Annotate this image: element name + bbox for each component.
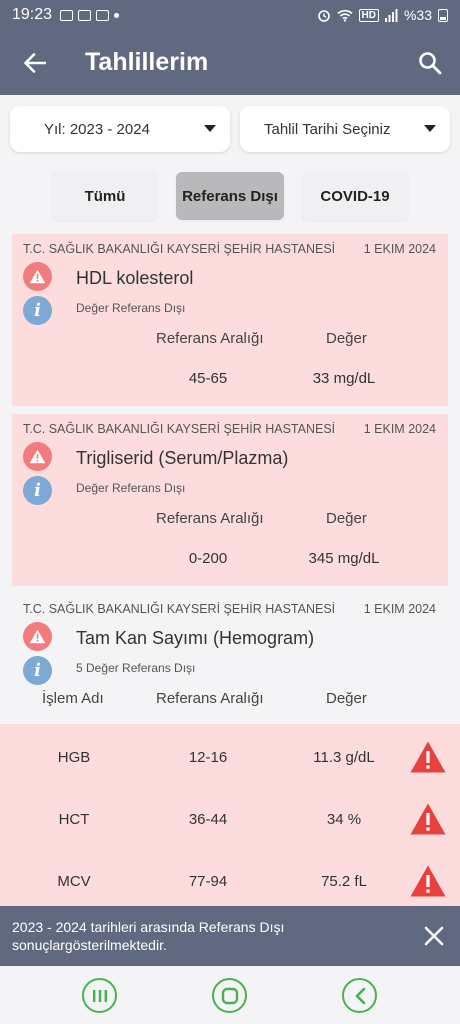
year-select-value: Yıl: 2023 - 2024: [44, 120, 150, 138]
result-value: 345 mg/dL: [308, 550, 380, 567]
year-select[interactable]: Yıl: 2023 - 2024: [10, 106, 230, 152]
more-notifications-dot: [114, 12, 120, 18]
test-date-select-value: Tahlil Tarihi Seçiniz: [264, 120, 391, 138]
warning-icon: [23, 622, 52, 651]
status-time: 19:23: [12, 6, 53, 23]
reference-range-header: Referans Aralığı: [156, 690, 264, 707]
tab-out-of-reference[interactable]: Referans Dışı: [176, 172, 284, 220]
item-name: HCT: [58, 811, 90, 828]
info-icon: i: [23, 296, 52, 325]
test-card-hdl[interactable]: T.C. SAĞLIK BAKANLIĞI KAYSERİ ŞEHİR HAST…: [12, 234, 448, 406]
notification-icons: [60, 9, 120, 21]
reference-range-value: 12-16: [188, 749, 228, 766]
page-title: Tahlillerim: [85, 48, 209, 76]
test-status: 5 Değer Referans Dışı: [76, 661, 196, 675]
home-icon: [221, 987, 238, 1004]
tab-covid[interactable]: COVID-19: [302, 172, 408, 220]
reference-range-value: 77-94: [188, 873, 228, 890]
test-name: Tam Kan Sayımı (Hemogram): [76, 628, 315, 648]
back-button[interactable]: [0, 30, 70, 95]
snackbar-message: 2023 - 2024 tarihleri arasında Referans …: [12, 919, 285, 953]
warning-icon: [23, 262, 52, 291]
signal-icon: [384, 8, 398, 22]
value-header: Değer: [326, 690, 367, 707]
item-name: MCV: [57, 873, 91, 890]
item-name: HGB: [57, 749, 91, 766]
value-header: Değer: [326, 510, 367, 527]
test-card-triglyceride[interactable]: T.C. SAĞLIK BAKANLIĞI KAYSERİ ŞEHİR HAST…: [12, 414, 448, 586]
battery-percent: %33: [403, 7, 432, 23]
reference-range-header: Referans Aralığı: [156, 330, 264, 347]
battery-icon: [438, 8, 448, 22]
filter-bar: Yıl: 2023 - 2024 Tahlil Tarihi Seçiniz: [10, 106, 450, 152]
test-status: Değer Referans Dışı: [76, 481, 186, 495]
test-date: 1 EKIM 2024: [363, 242, 436, 256]
warning-triangle-icon: [410, 741, 446, 773]
recent-apps-icon: [92, 989, 107, 1002]
recent-apps-button[interactable]: [82, 978, 117, 1013]
close-icon[interactable]: [422, 924, 446, 948]
reference-range-header: Referans Aralığı: [156, 510, 264, 527]
info-snackbar: 2023 - 2024 tarihleri arasında Referans …: [0, 906, 460, 966]
result-value: 33 mg/dL: [312, 370, 376, 387]
reference-range-value: 36-44: [188, 811, 228, 828]
warning-triangle-icon: [410, 865, 446, 897]
reference-range-value: 0-200: [188, 550, 228, 567]
test-date-select[interactable]: Tahlil Tarihi Seçiniz: [240, 106, 450, 152]
test-date: 1 EKIM 2024: [363, 422, 436, 436]
hospital-name: T.C. SAĞLIK BAKANLIĞI KAYSERİ ŞEHİR HAST…: [23, 422, 336, 436]
box-icon: [96, 9, 110, 21]
status-bar: 19:23 HD %33: [0, 0, 460, 30]
search-icon: [419, 51, 442, 74]
tab-all[interactable]: Tümü: [52, 172, 158, 220]
alarm-icon: [317, 10, 330, 22]
result-value: 34 %: [326, 811, 362, 828]
result-value: 75.2 fL: [321, 873, 367, 890]
tab-bar: Tümü Referans Dışı COVID-19: [52, 172, 408, 220]
result-row-mcv[interactable]: MCV 77-94 75.2 fL: [0, 850, 460, 910]
image-icon: [78, 9, 92, 21]
info-icon: i: [23, 656, 52, 685]
arrow-left-icon: [24, 52, 46, 73]
result-row-hgb[interactable]: HGB 12-16 11.3 g/dL: [0, 726, 460, 786]
test-date: 1 EKIM 2024: [363, 602, 436, 616]
test-item-name-header: İşlem Adı: [42, 690, 104, 707]
test-name: HDL kolesterol: [76, 268, 194, 288]
value-header: Değer: [326, 330, 367, 347]
caret-down-icon: [424, 125, 436, 132]
system-nav-bar: [0, 966, 460, 1024]
info-icon: i: [23, 476, 52, 505]
caret-down-icon: [204, 125, 216, 132]
network-type-icon: HD: [358, 8, 379, 22]
wifi-icon: [336, 9, 353, 22]
result-row-hct[interactable]: HCT 36-44 34 %: [0, 788, 460, 848]
gallery-icon: [60, 9, 74, 21]
hospital-name: T.C. SAĞLIK BAKANLIĞI KAYSERİ ŞEHİR HAST…: [23, 242, 336, 256]
test-card-hemogram[interactable]: T.C. SAĞLIK BAKANLIĞI KAYSERİ ŞEHİR HAST…: [12, 594, 448, 724]
hospital-name: T.C. SAĞLIK BAKANLIĞI KAYSERİ ŞEHİR HAST…: [23, 602, 336, 616]
result-value: 11.3 g/dL: [313, 749, 375, 766]
back-nav-button[interactable]: [342, 978, 377, 1013]
warning-triangle-icon: [410, 803, 446, 835]
app-bar: Tahlillerim: [0, 30, 460, 95]
hemogram-results: HGB 12-16 11.3 g/dL HCT 36-44 34 % MCV 7…: [0, 724, 460, 906]
chevron-left-icon: [355, 987, 365, 1004]
test-status: Değer Referans Dışı: [76, 301, 186, 315]
home-button[interactable]: [212, 978, 247, 1013]
test-name: Trigliserid (Serum/Plazma): [76, 448, 289, 468]
warning-icon: [23, 442, 52, 471]
reference-range-value: 45-65: [188, 370, 228, 387]
search-button[interactable]: [400, 30, 460, 95]
